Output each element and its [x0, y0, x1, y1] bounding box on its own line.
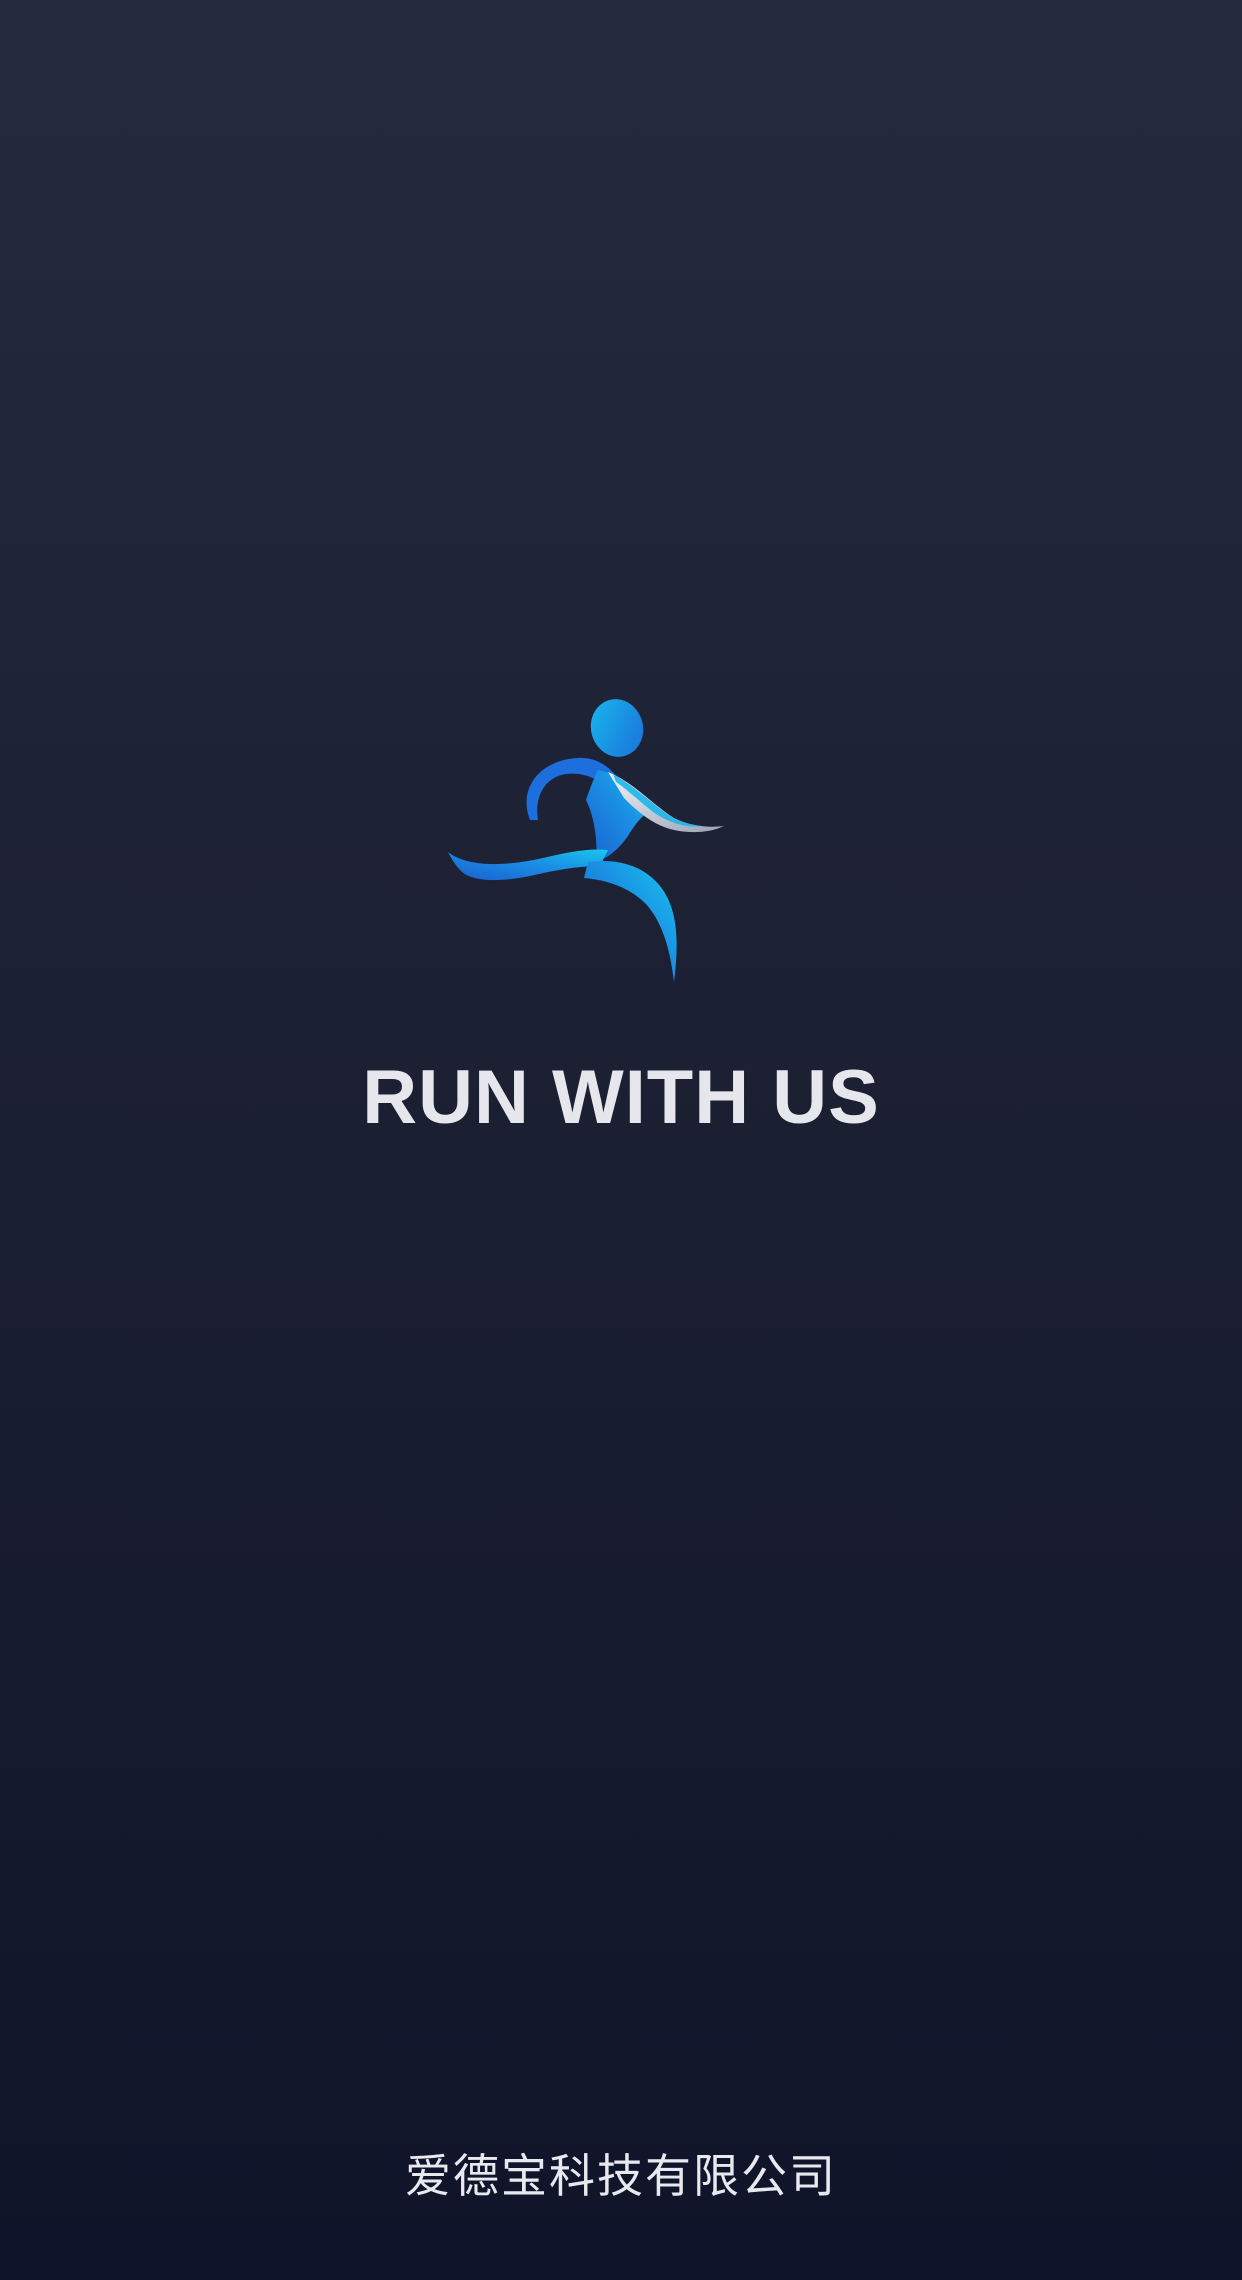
- app-tagline: RUN WITH US: [362, 1055, 880, 1140]
- company-name: 爱德宝科技有限公司: [405, 2149, 837, 2203]
- runner-head: [590, 699, 644, 757]
- splash-screen: RUN WITH US 爱德宝科技有限公司: [0, 0, 1242, 2280]
- runner-front-leg: [584, 861, 677, 982]
- runner-icon: [448, 699, 724, 982]
- runner-back-leg: [448, 849, 608, 881]
- runner-logo: [448, 690, 738, 990]
